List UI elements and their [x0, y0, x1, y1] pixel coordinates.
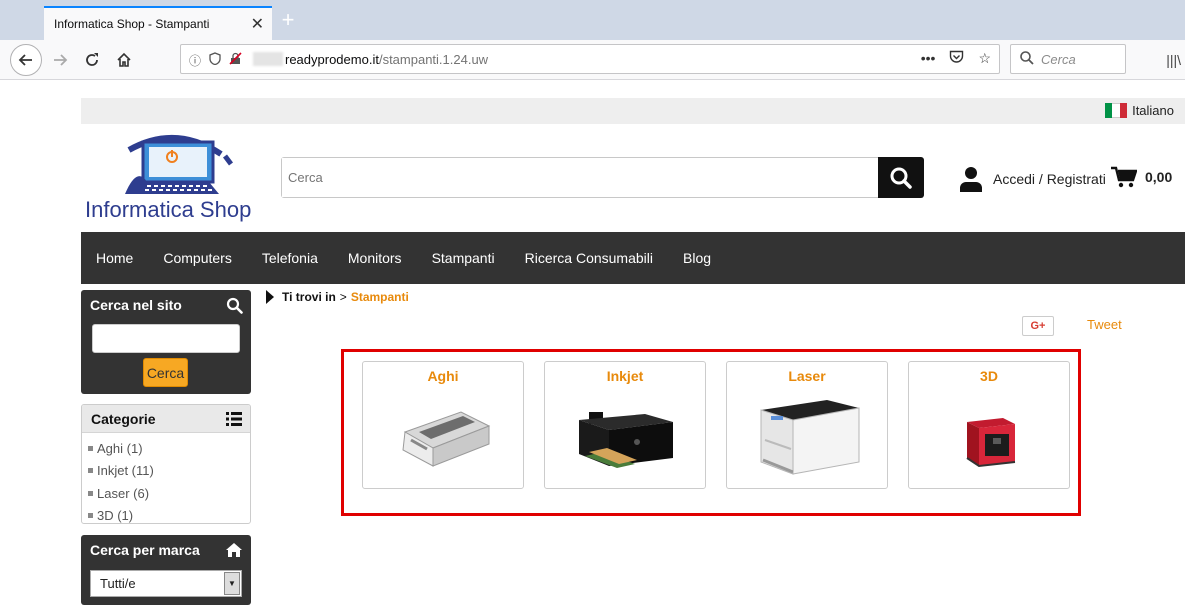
breadcrumb-separator: >: [339, 290, 347, 304]
search-icon: [1020, 51, 1034, 65]
menu-item-ricerca-consumabili[interactable]: Ricerca Consumabili: [525, 250, 653, 266]
brand-select[interactable]: Tutti/e ▼: [90, 570, 242, 597]
top-strip: Italiano: [81, 98, 1185, 124]
sidebar-search-box: Cerca nel sito Cerca: [81, 290, 251, 394]
breadcrumb-current[interactable]: Stampanti: [351, 290, 409, 304]
breadcrumb-label: Ti trovi in: [282, 290, 336, 304]
site-search-field[interactable]: [281, 157, 879, 198]
bookmark-star-icon[interactable]: ☆: [978, 50, 991, 67]
list-icon: [226, 411, 242, 426]
bullet-icon: [88, 468, 93, 474]
forward-button[interactable]: [44, 44, 76, 76]
menu-item-computers[interactable]: Computers: [163, 250, 231, 266]
cart-icon: [1111, 166, 1137, 188]
menu-item-monitors[interactable]: Monitors: [348, 250, 402, 266]
search-icon: [226, 297, 243, 314]
sidebar-category-aghi[interactable]: Aghi (1): [88, 437, 250, 460]
category-card-title: Aghi: [427, 368, 459, 384]
shield-icon[interactable]: [209, 52, 221, 68]
sidebar-brand-box: Cerca per marca Tutti/e ▼: [81, 535, 251, 605]
tab-title: Informatica Shop - Stampanti: [54, 17, 210, 31]
bullet-icon: [88, 445, 93, 451]
browser-tab-bar: Informatica Shop - Stampanti ✕ +: [0, 0, 1185, 40]
brand-title: Cerca per marca: [90, 542, 200, 558]
menu-item-blog[interactable]: Blog: [683, 250, 711, 266]
inkjet-printer-icon: [579, 412, 673, 468]
category-card-title: Laser: [788, 368, 826, 384]
language-label: Italiano: [1132, 103, 1174, 118]
browser-search-placeholder: Cerca: [1041, 52, 1076, 67]
back-arrow-icon: [18, 54, 32, 66]
pocket-icon[interactable]: [949, 50, 964, 67]
bullet-icon: [88, 490, 93, 496]
tab-close-icon[interactable]: ✕: [251, 14, 264, 34]
sidebar-category-laser[interactable]: Laser (6): [88, 482, 250, 505]
category-card-title: 3D: [980, 368, 998, 384]
browser-tab[interactable]: Informatica Shop - Stampanti ✕: [44, 6, 272, 40]
search-icon: [890, 167, 912, 189]
sidebar-search-button[interactable]: Cerca: [143, 358, 188, 387]
home-icon: [117, 52, 131, 67]
3d-printer-icon: [966, 418, 1016, 468]
sidebar-search-title: Cerca nel sito: [90, 297, 182, 313]
cart-link[interactable]: 0,00: [1111, 166, 1172, 188]
user-icon: [960, 167, 982, 192]
cart-total: 0,00: [1145, 169, 1173, 185]
bullet-icon: [88, 513, 93, 519]
sidebar-category-inkjet[interactable]: Inkjet (11): [88, 460, 250, 483]
dropdown-arrow-icon[interactable]: ▼: [224, 572, 240, 595]
account-link[interactable]: Accedi / Registrati: [959, 166, 1106, 192]
info-icon[interactable]: ⓘ: [189, 52, 201, 69]
account-label: Accedi / Registrati: [993, 171, 1106, 187]
new-tab-button[interactable]: +: [276, 6, 300, 36]
dot-matrix-printer-icon: [402, 411, 491, 467]
back-button[interactable]: [10, 44, 42, 76]
browser-search-field[interactable]: Cerca: [1010, 44, 1126, 74]
site-search-input[interactable]: [282, 158, 878, 197]
categories-title: Categorie: [91, 410, 156, 427]
sidebar-categories-box: Categorie Aghi (1) Inkjet (11) Laser (6)…: [81, 404, 251, 524]
brand-selected-value: Tutti/e: [100, 576, 136, 591]
home-button[interactable]: [108, 44, 140, 76]
category-card-inkjet[interactable]: Inkjet: [544, 361, 706, 489]
tweet-link[interactable]: Tweet: [1087, 317, 1122, 332]
library-icon[interactable]: |||\: [1166, 52, 1181, 68]
language-selector[interactable]: Italiano: [1105, 103, 1174, 118]
category-card-title: Inkjet: [606, 368, 644, 384]
forward-arrow-icon: [54, 54, 68, 66]
page-actions-icon[interactable]: •••: [921, 50, 936, 67]
address-bar[interactable]: ⓘ readyprodemo.it/stampanti.1.24.uw ••• …: [180, 44, 1000, 74]
menu-item-home[interactable]: Home: [96, 250, 133, 266]
reload-icon: [86, 53, 98, 66]
category-card-3d[interactable]: 3D: [908, 361, 1070, 489]
site-search-button[interactable]: [878, 157, 924, 198]
insecure-lock-icon[interactable]: [229, 52, 242, 68]
sidebar-search-input[interactable]: [92, 324, 240, 353]
menu-item-telefonia[interactable]: Telefonia: [262, 250, 318, 266]
breadcrumb-arrow-icon: [266, 290, 274, 304]
category-card-aghi[interactable]: Aghi: [362, 361, 524, 489]
menu-item-stampanti[interactable]: Stampanti: [432, 226, 495, 266]
blurred-subdomain: [253, 52, 283, 66]
reload-button[interactable]: [76, 44, 108, 76]
home-icon: [226, 543, 242, 557]
main-menu: Home Computers Telefonia Monitors Stampa…: [81, 226, 1185, 284]
category-card-laser[interactable]: Laser: [726, 361, 888, 489]
sidebar-category-3d[interactable]: 3D (1): [88, 505, 250, 523]
page: Italiano Informatica Shop Accedi / Regis…: [81, 98, 1185, 614]
laser-printer-icon: [760, 400, 860, 475]
url-text: readyprodemo.it/stampanti.1.24.uw: [285, 52, 489, 67]
italy-flag-icon: [1105, 103, 1128, 118]
google-plus-button[interactable]: G+: [1022, 316, 1054, 336]
breadcrumb: Ti trovi in > Stampanti: [266, 290, 409, 304]
browser-nav-bar: ⓘ readyprodemo.it/stampanti.1.24.uw ••• …: [0, 40, 1185, 80]
logo-text[interactable]: Informatica Shop: [85, 197, 251, 223]
